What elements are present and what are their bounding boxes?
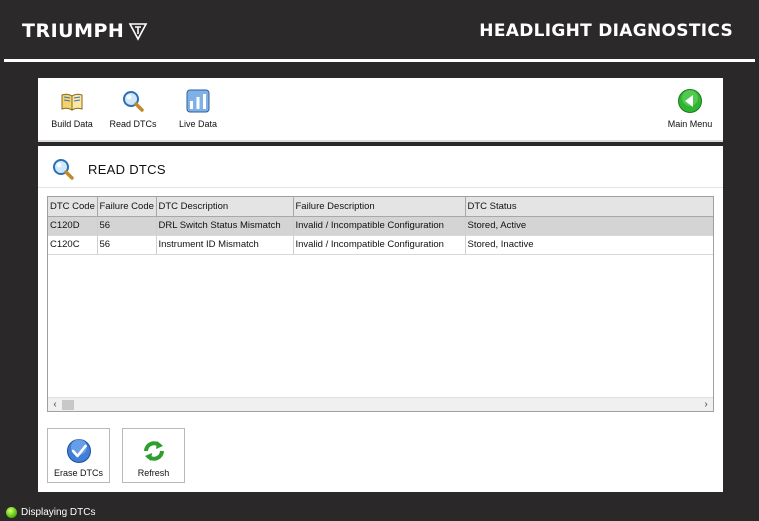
scroll-left-icon[interactable]: ‹ xyxy=(48,398,62,411)
table-row[interactable]: C120C 56 Instrument ID Mismatch Invalid … xyxy=(48,235,713,255)
triumph-emblem-icon xyxy=(128,23,148,41)
back-arrow-icon xyxy=(678,89,702,113)
header-divider xyxy=(4,59,755,62)
horizontal-scrollbar[interactable]: ‹ › xyxy=(48,397,713,411)
magnifier-icon xyxy=(53,159,74,180)
checkmark-icon xyxy=(66,439,91,463)
refresh-label: Refresh xyxy=(137,468,170,478)
cell-dtc-status: Stored, Active xyxy=(465,216,713,236)
scrollbar-thumb[interactable] xyxy=(62,400,74,410)
book-icon xyxy=(61,93,83,111)
main-menu-button[interactable]: Main Menu xyxy=(658,88,722,129)
column-header-dtc-description[interactable]: DTC Description xyxy=(156,197,294,217)
live-data-icon xyxy=(186,89,210,113)
refresh-icon xyxy=(143,441,164,461)
cell-failure-description: Invalid / Incompatible Configuration xyxy=(293,235,466,255)
column-header-failure-description[interactable]: Failure Description xyxy=(293,197,466,217)
panel-title: READ DTCS xyxy=(88,161,166,177)
build-data-button[interactable]: Build Data xyxy=(40,88,104,129)
read-dtcs-button[interactable]: Read DTCs xyxy=(101,88,165,129)
build-data-label: Build Data xyxy=(51,119,93,129)
live-data-button[interactable]: Live Data xyxy=(166,88,230,129)
cell-failure-code: 56 xyxy=(97,235,157,255)
status-text: Displaying DTCs xyxy=(21,506,96,518)
erase-dtcs-label: Erase DTCs xyxy=(53,468,103,478)
cell-failure-code: 56 xyxy=(97,216,157,236)
dtc-table[interactable]: DTC Code Failure Code DTC Description Fa… xyxy=(47,196,714,412)
app-title: HEADLIGHT DIAGNOSTICS xyxy=(479,21,733,41)
cell-dtc-description: Instrument ID Mismatch xyxy=(156,235,294,255)
cell-dtc-description: DRL Switch Status Mismatch xyxy=(156,216,294,236)
toolbar: Build Data Read DTCs Live Data Main Menu xyxy=(38,78,723,142)
column-header-failure-code[interactable]: Failure Code xyxy=(97,197,157,217)
refresh-button[interactable]: Refresh xyxy=(122,428,185,483)
scroll-right-icon[interactable]: › xyxy=(699,398,713,411)
brand-logo: TRIUMPH xyxy=(22,20,148,42)
cell-dtc-code: C120C xyxy=(48,235,98,255)
live-data-label: Live Data xyxy=(178,119,218,129)
status-led-icon xyxy=(6,506,17,518)
read-dtcs-panel: READ DTCS DTC Code Failure Code DTC Desc… xyxy=(38,146,723,492)
cell-dtc-code: C120D xyxy=(48,216,98,236)
column-header-dtc-status[interactable]: DTC Status xyxy=(465,197,713,217)
brand-name: TRIUMPH xyxy=(22,20,125,42)
magnifier-icon xyxy=(123,91,144,112)
read-dtcs-label: Read DTCs xyxy=(109,119,157,129)
status-bar: Displaying DTCs xyxy=(0,503,759,521)
cell-dtc-status: Stored, Inactive xyxy=(465,235,713,255)
app-header: TRIUMPH HEADLIGHT DIAGNOSTICS xyxy=(0,0,759,60)
erase-dtcs-button[interactable]: Erase DTCs xyxy=(47,428,110,483)
panel-header: READ DTCS xyxy=(50,154,166,184)
cell-failure-description: Invalid / Incompatible Configuration xyxy=(293,216,466,236)
table-row[interactable]: C120D 56 DRL Switch Status Mismatch Inva… xyxy=(48,216,713,236)
panel-divider xyxy=(38,187,723,188)
main-menu-label: Main Menu xyxy=(667,119,713,129)
column-header-dtc-code[interactable]: DTC Code xyxy=(48,197,98,217)
table-header-row: DTC Code Failure Code DTC Description Fa… xyxy=(48,197,713,217)
